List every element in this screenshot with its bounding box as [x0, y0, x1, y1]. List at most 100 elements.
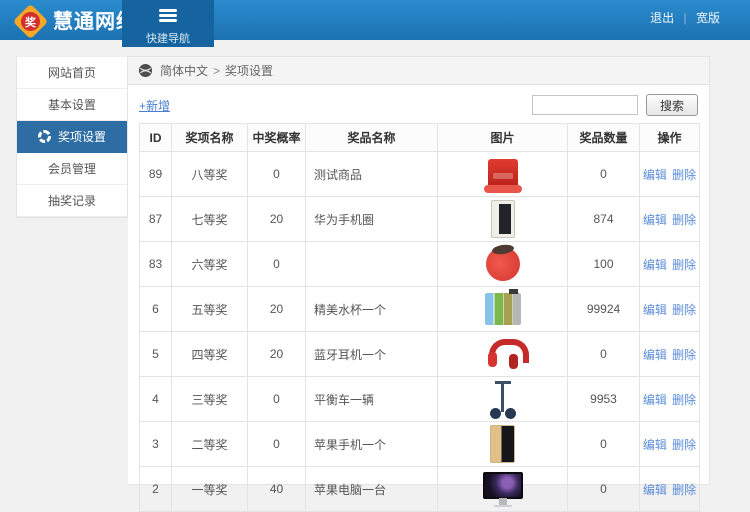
cell-prize-level: 八等奖: [172, 152, 248, 197]
sidebar-menu: 网站首页 基本设置 奖项设置 会员管理 抽奖记录: [16, 56, 128, 218]
cell-prize-name: 苹果手机一个: [306, 422, 438, 467]
cell-quantity: 9953: [568, 377, 640, 422]
header-probability: 中奖概率: [248, 124, 306, 152]
cell-operations: 编辑 删除: [640, 242, 700, 287]
water-cups-image: [485, 293, 521, 325]
cell-prize-level: 四等奖: [172, 332, 248, 377]
sidebar-item-0[interactable]: 网站首页: [17, 57, 127, 89]
cell-image: [438, 152, 568, 197]
search-box: 搜索: [532, 94, 698, 116]
sidebar-item-label: 网站首页: [48, 64, 96, 81]
breadcrumb: 简体中文 > 奖项设置: [128, 57, 709, 85]
sidebar-item-label: 奖项设置: [58, 128, 106, 145]
sidebar-item-1[interactable]: 基本设置: [17, 89, 127, 121]
cell-id: 87: [140, 197, 172, 242]
wide-version-link[interactable]: 宽版: [696, 11, 720, 25]
cell-probability: 40: [248, 467, 306, 512]
cell-probability: 20: [248, 332, 306, 377]
edit-link[interactable]: 编辑: [643, 303, 667, 317]
link-divider: |: [684, 11, 687, 25]
cell-operations: 编辑 删除: [640, 152, 700, 197]
delete-link[interactable]: 删除: [672, 258, 696, 272]
breadcrumb-language[interactable]: 简体中文: [160, 62, 208, 79]
table-header-row: ID 奖项名称 中奖概率 奖品名称 图片 奖品数量 操作: [140, 124, 700, 152]
delete-link[interactable]: 删除: [672, 213, 696, 227]
edit-link[interactable]: 编辑: [643, 348, 667, 362]
table-row: 3 二等奖 0 苹果手机一个 0 编辑 删除: [140, 422, 700, 467]
prize-table-body: 89 八等奖 0 测试商品 0 编辑 删除 87 七等奖 20 华为手机圈 87…: [140, 152, 700, 512]
edit-link[interactable]: 编辑: [643, 393, 667, 407]
edit-link[interactable]: 编辑: [643, 168, 667, 182]
cell-id: 5: [140, 332, 172, 377]
cell-image: [438, 377, 568, 422]
sidebar-item-label: 基本设置: [48, 96, 96, 113]
header-quantity: 奖品数量: [568, 124, 640, 152]
cell-prize-level: 二等奖: [172, 422, 248, 467]
logout-link[interactable]: 退出: [650, 11, 674, 25]
cell-image: [438, 197, 568, 242]
cell-id: 2: [140, 467, 172, 512]
cell-quantity: 874: [568, 197, 640, 242]
cell-prize-name: 华为手机圈: [306, 197, 438, 242]
cell-quantity: 0: [568, 422, 640, 467]
cell-probability: 20: [248, 197, 306, 242]
prize-table: ID 奖项名称 中奖概率 奖品名称 图片 奖品数量 操作 89 八等奖 0 测试…: [139, 123, 700, 512]
gold-phone-image: [490, 425, 515, 463]
delete-link[interactable]: 删除: [672, 168, 696, 182]
table-row: 2 一等奖 40 苹果电脑一台 0 编辑 删除: [140, 467, 700, 512]
cell-prize-level: 一等奖: [172, 467, 248, 512]
top-links: 退出 | 宽版: [650, 9, 720, 26]
table-row: 5 四等奖 20 蓝牙耳机一个 0 编辑 删除: [140, 332, 700, 377]
cell-probability: 0: [248, 242, 306, 287]
sidebar-item-4[interactable]: 抽奖记录: [17, 185, 127, 217]
menu-list-icon: [159, 7, 177, 22]
main-panel: 简体中文 > 奖项设置 +新增 搜索 ID 奖项名称 中奖概率 奖品名称 图片 …: [128, 56, 710, 485]
cell-prize-name: 苹果电脑一台: [306, 467, 438, 512]
cell-operations: 编辑 删除: [640, 287, 700, 332]
gear-icon: [38, 130, 51, 143]
cell-id: 89: [140, 152, 172, 197]
cell-operations: 编辑 删除: [640, 377, 700, 422]
sidebar-item-label: 抽奖记录: [48, 192, 96, 209]
header-id: ID: [140, 124, 172, 152]
table-row: 89 八等奖 0 测试商品 0 编辑 删除: [140, 152, 700, 197]
cell-id: 83: [140, 242, 172, 287]
breadcrumb-separator: >: [213, 64, 220, 78]
cell-id: 3: [140, 422, 172, 467]
delete-link[interactable]: 删除: [672, 393, 696, 407]
cell-operations: 编辑 删除: [640, 197, 700, 242]
brand: 奖 慧通网络: [16, 5, 137, 34]
header-image: 图片: [438, 124, 568, 152]
cell-probability: 0: [248, 152, 306, 197]
table-row: 4 三等奖 0 平衡车一辆 9953 编辑 删除: [140, 377, 700, 422]
cell-prize-level: 五等奖: [172, 287, 248, 332]
cell-image: [438, 287, 568, 332]
logo-badge: 奖: [21, 12, 40, 31]
add-new-link[interactable]: +新增: [139, 97, 170, 114]
edit-link[interactable]: 编辑: [643, 258, 667, 272]
cell-image: [438, 422, 568, 467]
edit-link[interactable]: 编辑: [643, 213, 667, 227]
tablet-image: [491, 200, 515, 238]
cell-prize-name: 精美水杯一个: [306, 287, 438, 332]
quick-nav-label: 快建导航: [122, 30, 214, 46]
edit-link[interactable]: 编辑: [643, 438, 667, 452]
search-button[interactable]: 搜索: [646, 94, 698, 116]
search-input[interactable]: [532, 95, 638, 115]
delete-link[interactable]: 删除: [672, 438, 696, 452]
quick-nav-button[interactable]: 快建导航: [122, 0, 214, 47]
cell-image: [438, 467, 568, 512]
cell-prize-name: 蓝牙耳机一个: [306, 332, 438, 377]
table-row: 83 六等奖 0 100 编辑 删除: [140, 242, 700, 287]
cell-image: [438, 332, 568, 377]
delete-link[interactable]: 删除: [672, 303, 696, 317]
content-area: +新增 搜索 ID 奖项名称 中奖概率 奖品名称 图片 奖品数量 操作 89 八…: [128, 85, 709, 512]
sidebar-item-2[interactable]: 奖项设置: [17, 121, 127, 153]
cell-prize-name: 测试商品: [306, 152, 438, 197]
sidebar-item-3[interactable]: 会员管理: [17, 153, 127, 185]
cell-probability: 0: [248, 377, 306, 422]
cell-operations: 编辑 删除: [640, 422, 700, 467]
delete-link[interactable]: 删除: [672, 348, 696, 362]
table-row: 87 七等奖 20 华为手机圈 874 编辑 删除: [140, 197, 700, 242]
logo-icon: 奖: [13, 3, 48, 38]
